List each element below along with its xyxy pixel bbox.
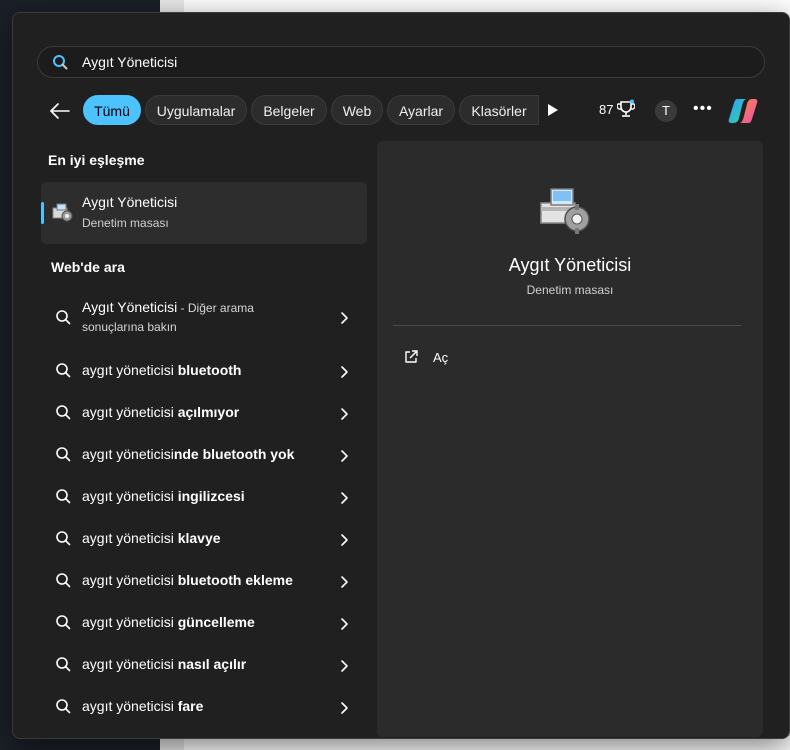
suggestion-text: aygıt yöneticisi bluetooth ekleme — [82, 572, 293, 588]
search-box[interactable] — [37, 46, 765, 78]
best-match-heading: En iyi eşleşme — [48, 152, 145, 168]
suggestion-bold: nde bluetooth yok — [173, 446, 295, 462]
web-suggestion[interactable]: aygıt yöneticisinde bluetooth yok — [41, 441, 367, 471]
suggestion-prefix: aygıt yöneticisi — [82, 572, 174, 588]
preview-divider — [393, 325, 741, 326]
open-external-icon — [405, 350, 418, 363]
search-icon — [56, 531, 71, 546]
rewards-points: 87 — [599, 102, 614, 117]
web-result-line2: sonuçlarına bakın — [82, 320, 177, 334]
more-options-icon[interactable]: ••• — [693, 100, 713, 118]
best-match-item[interactable]: Aygıt Yöneticisi Denetim masası — [41, 182, 367, 244]
web-suggestion[interactable]: aygıt yöneticisi açılmıyor — [41, 399, 367, 429]
suggestion-prefix: aygıt yöneticisi — [82, 488, 174, 504]
suggestion-bold: bluetooth ekleme — [173, 572, 293, 588]
filter-chip-settings[interactable]: Ayarlar — [387, 95, 455, 125]
suggestion-prefix: aygıt yöneticisi — [82, 362, 174, 378]
preview-title: Aygıt Yöneticisi — [508, 255, 632, 275]
chevron-right-icon — [341, 366, 348, 378]
web-suggestion[interactable]: aygıt yöneticisi nasıl açılır — [41, 651, 367, 681]
search-icon — [56, 615, 71, 630]
suggestion-prefix: aygıt yöneticisi — [82, 656, 174, 672]
suggestion-text: aygıt yöneticisi klavye — [82, 530, 221, 546]
best-match-title: Aygıt Yöneticisi — [82, 194, 178, 210]
search-input[interactable] — [82, 47, 682, 77]
suggestion-bold: fare — [173, 698, 204, 714]
web-suggestion[interactable]: aygıt yöneticisi klavye — [41, 525, 367, 555]
web-suggestion[interactable]: aygıt yöneticisi ingilizcesi — [41, 483, 367, 513]
suggestion-prefix: aygıt yöneticisi — [82, 698, 174, 714]
trophy-icon[interactable] — [617, 99, 635, 119]
filter-chip-web[interactable]: Web — [331, 95, 383, 125]
suggestion-prefix: aygıt yöneticisi — [82, 530, 174, 546]
chevron-right-icon — [341, 702, 348, 714]
chevron-right-icon — [341, 492, 348, 504]
suggestion-bold: açılmıyor — [173, 404, 240, 420]
preview-pane: Aygıt Yöneticisi Denetim masası Aç — [377, 141, 763, 737]
filter-chip-all[interactable]: Tümü — [83, 95, 141, 125]
web-suggestion[interactable]: aygıt yöneticisi bluetooth ekleme — [41, 567, 367, 597]
suggestion-text: aygıt yöneticisi güncelleme — [82, 614, 255, 630]
suggestion-bold: nasıl açılır — [173, 656, 247, 672]
search-window: Tümü Uygulamalar Belgeler Web Ayarlar Kl… — [12, 12, 790, 739]
suggestion-prefix: aygıt yöneticisi — [82, 404, 174, 420]
avatar[interactable]: T — [655, 100, 677, 122]
suggestion-text: aygıt yöneticisi fare — [82, 698, 203, 714]
search-icon — [56, 657, 71, 672]
search-icon — [56, 447, 71, 462]
filter-bar: Tümü Uygulamalar Belgeler Web Ayarlar Kl… — [37, 95, 767, 127]
filter-chip-apps[interactable]: Uygulamalar — [145, 95, 247, 125]
search-icon — [56, 573, 71, 588]
suggestion-bold: ingilizcesi — [173, 488, 245, 504]
suggestion-bold: güncelleme — [173, 614, 255, 630]
web-result-suffix: - Diğer arama — [177, 301, 254, 315]
chevron-right-icon — [341, 408, 348, 420]
search-icon — [56, 699, 71, 714]
web-result-query: Aygıt Yöneticisi — [82, 299, 178, 315]
search-icon — [56, 310, 71, 325]
selection-indicator — [41, 202, 44, 224]
web-search-heading: Web'de ara — [51, 259, 125, 275]
chevron-right-icon — [341, 576, 348, 588]
web-result-more[interactable]: Aygıt Yöneticisi - Diğer arama sonuçları… — [41, 297, 367, 339]
chevron-right-icon — [341, 534, 348, 546]
chevron-right-icon — [341, 312, 348, 324]
open-action[interactable]: Aç — [403, 347, 603, 367]
search-icon — [56, 363, 71, 378]
chevron-right-icon — [341, 660, 348, 672]
best-match-subtitle: Denetim masası — [82, 216, 169, 230]
suggestion-prefix: aygıt yöneticisi — [82, 614, 174, 630]
suggestion-text: aygıt yöneticisi açılmıyor — [82, 404, 239, 420]
suggestion-text: aygıt yöneticisinde bluetooth yok — [82, 446, 294, 462]
suggestion-text: aygıt yöneticisi ingilizcesi — [82, 488, 245, 504]
back-arrow-icon[interactable] — [49, 101, 71, 121]
filter-chip-folders[interactable]: Klasörler — [459, 95, 539, 125]
search-icon — [53, 55, 68, 70]
preview-subtitle: Denetim masası — [526, 283, 614, 297]
open-label: Aç — [433, 350, 449, 365]
suggestion-bold: bluetooth — [173, 362, 242, 378]
play-icon[interactable] — [547, 103, 559, 117]
suggestion-bold: klavye — [173, 530, 221, 546]
filter-chip-documents[interactable]: Belgeler — [251, 95, 327, 125]
suggestion-text: aygıt yöneticisi nasıl açılır — [82, 656, 246, 672]
device-manager-icon — [540, 188, 590, 234]
chevron-right-icon — [341, 450, 348, 462]
web-suggestion[interactable]: aygıt yöneticisi fare — [41, 693, 367, 723]
suggestion-prefix: aygıt yöneticisi — [82, 446, 174, 462]
device-manager-icon — [52, 203, 73, 222]
search-icon — [56, 405, 71, 420]
copilot-icon[interactable] — [727, 96, 759, 126]
web-suggestion[interactable]: aygıt yöneticisi bluetooth — [41, 357, 367, 387]
web-suggestion[interactable]: aygıt yöneticisi güncelleme — [41, 609, 367, 639]
chevron-right-icon — [341, 618, 348, 630]
suggestion-text: aygıt yöneticisi bluetooth — [82, 362, 241, 378]
search-icon — [56, 489, 71, 504]
